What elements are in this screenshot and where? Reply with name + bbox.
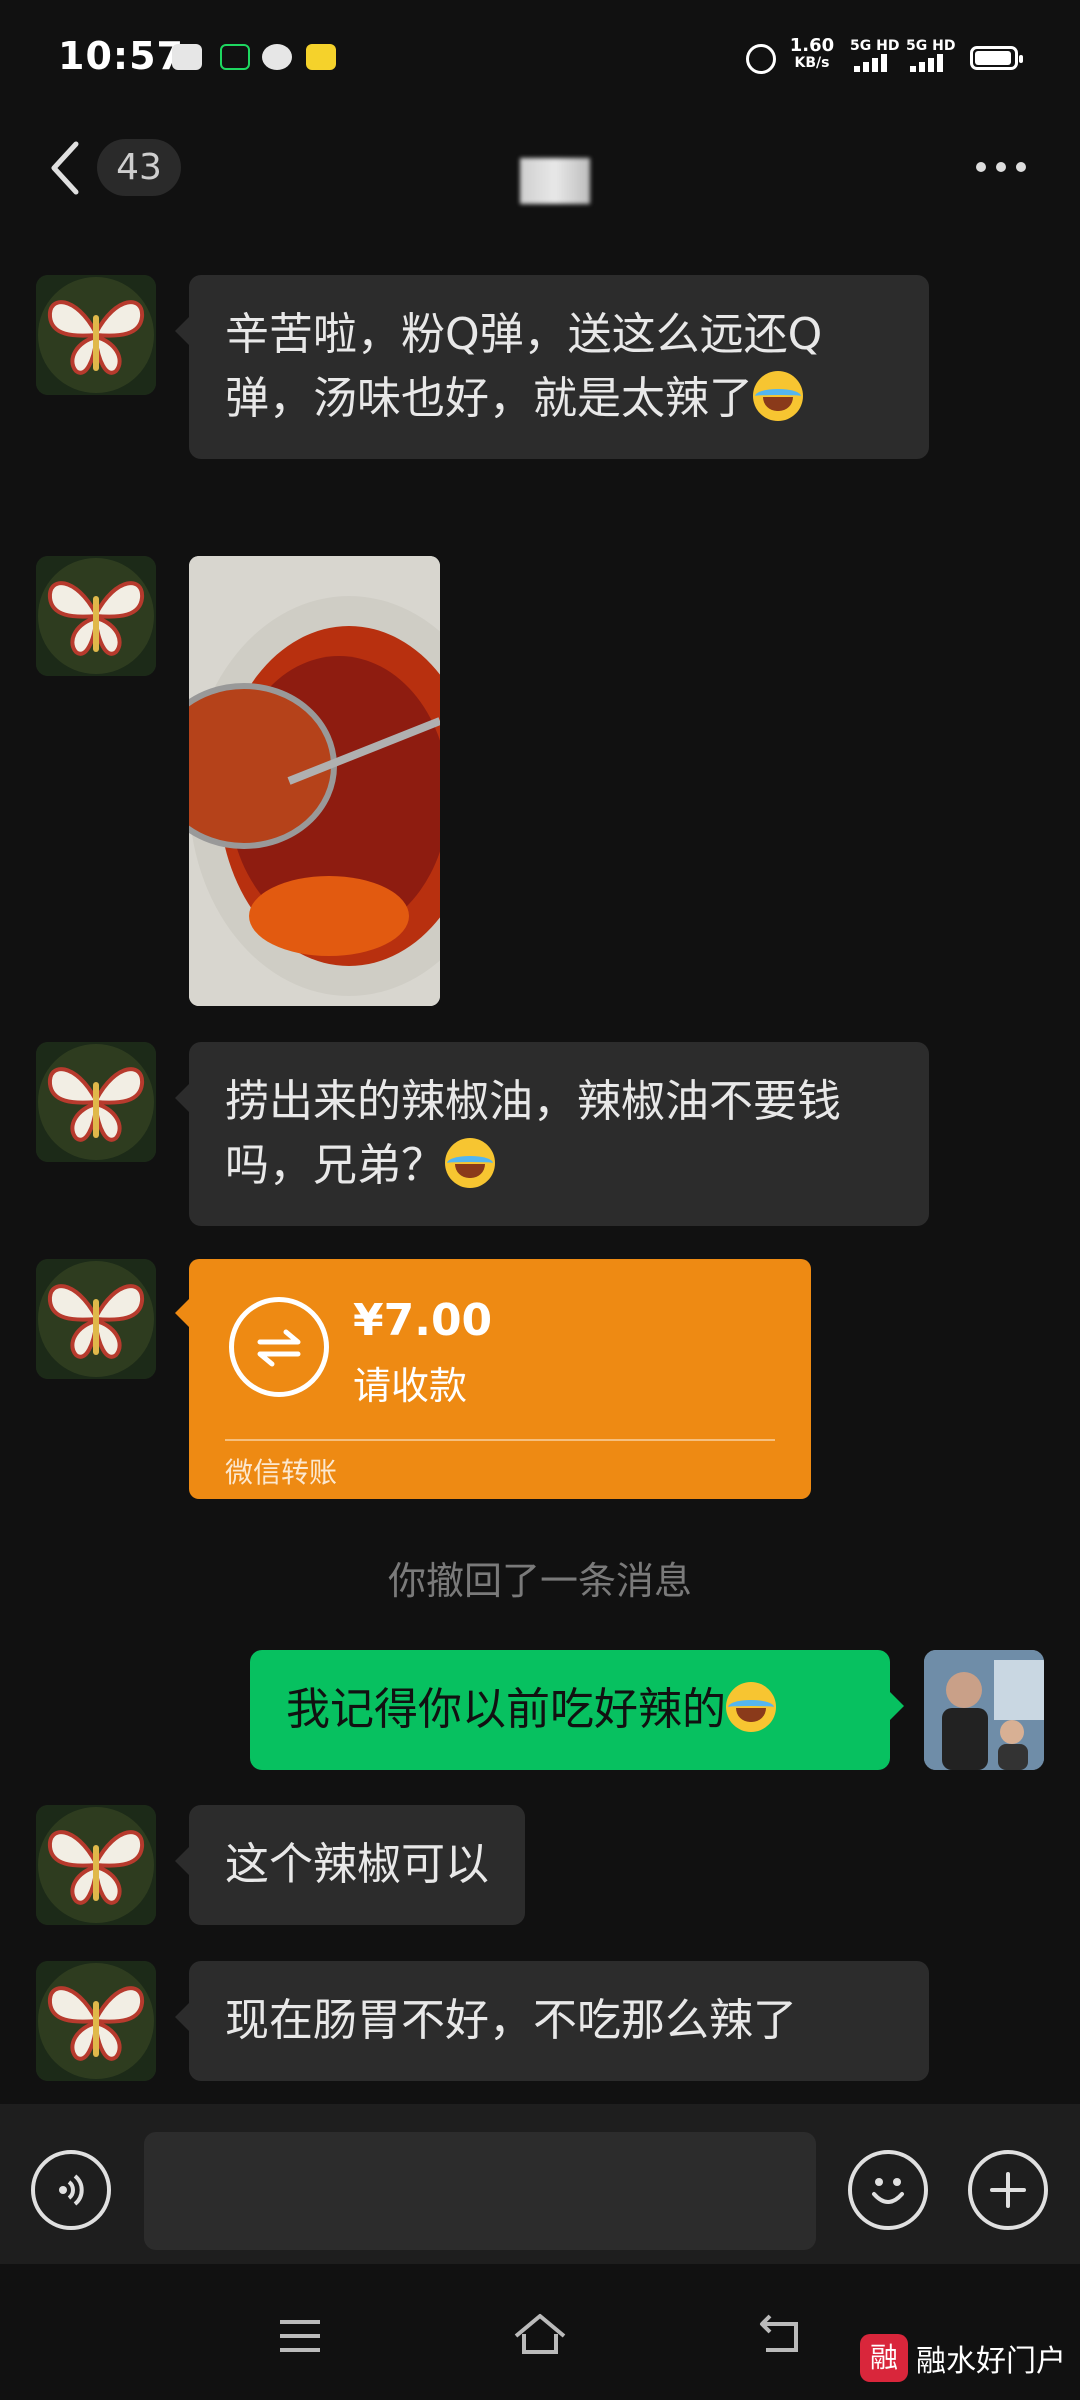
system-message-recalled: 你撤回了一条消息: [387, 1559, 692, 1603]
network-speed-value: 1.60: [789, 35, 835, 56]
watermark-logo: 融: [860, 2334, 908, 2382]
plus-icon: [990, 2172, 1026, 2208]
battery-fill: [975, 51, 1011, 65]
back-nav-button[interactable]: [756, 2312, 804, 2360]
my-message-bubble[interactable]: 我记得你以前吃好辣的: [250, 1650, 904, 1770]
message-bubble[interactable]: 捞出来的辣椒油，辣椒油不要钱吗，兄弟？: [175, 1042, 929, 1226]
menu-icon: [280, 2320, 320, 2352]
app-notification-icon: [306, 44, 336, 70]
message-text: 我记得你以前吃好辣的: [286, 1684, 726, 1735]
contact-avatar[interactable]: [36, 1042, 156, 1162]
message-bubble[interactable]: 现在肠胃不好，不吃那么辣了: [175, 1961, 929, 2081]
emoji-icon: [872, 2178, 904, 2204]
sim1-signal-icon: 5G HD: [850, 38, 904, 76]
message-notification-icon: [172, 44, 202, 70]
contact-avatar[interactable]: [36, 275, 156, 395]
message-text: 辛苦啦，粉Q弹，送这么远还Q弹，汤味也好，就是太辣了: [225, 309, 823, 424]
money-transfer-card[interactable]: ¥7.00 请收款 微信转账: [175, 1259, 811, 1499]
watermark-text: 融水好门户: [916, 2344, 1066, 2379]
network-speed-unit: KB/s: [794, 55, 830, 71]
transfer-footer: 微信转账: [225, 1456, 338, 1489]
unread-count-badge[interactable]: 43: [97, 139, 181, 196]
chevron-left-icon: [51, 141, 79, 195]
message-bubble[interactable]: 辛苦啦，粉Q弹，送这么远还Q弹，汤味也好，就是太辣了: [175, 275, 929, 459]
face-with-tears-of-joy-icon: [753, 371, 803, 421]
back-button[interactable]: [46, 138, 86, 198]
status-time: 10:57: [58, 34, 184, 78]
network-speed: 1.60 KB/s: [784, 35, 840, 71]
menu-nav-button[interactable]: [276, 2316, 324, 2360]
more-functions-button[interactable]: [968, 2150, 1048, 2230]
message-text: 捞出来的辣椒油，辣椒油不要钱吗，兄弟？: [225, 1076, 841, 1191]
battery-icon: [970, 46, 1023, 70]
chat-bubble-icon: [262, 44, 292, 70]
music-app-icon: [220, 44, 250, 70]
contact-avatar[interactable]: [36, 1961, 156, 2081]
transfer-status: 请收款: [353, 1364, 468, 1408]
contact-avatar[interactable]: [36, 1259, 156, 1379]
voice-input-button[interactable]: [31, 2150, 111, 2230]
alarm-icon: [746, 44, 776, 74]
divider: [225, 1439, 775, 1441]
more-options-button[interactable]: [976, 150, 1036, 184]
sim1-label: 5G HD: [850, 38, 900, 54]
contact-avatar[interactable]: [36, 556, 156, 676]
contact-avatar[interactable]: [36, 1805, 156, 1925]
home-icon: [514, 2314, 566, 2354]
home-nav-button[interactable]: [512, 2310, 568, 2362]
face-with-tears-of-joy-icon: [726, 1682, 776, 1732]
chili-oil-photo[interactable]: [189, 556, 440, 1006]
my-avatar[interactable]: [924, 1650, 1044, 1770]
message-text: 现在肠胃不好，不吃那么辣了: [225, 1995, 797, 2046]
sim2-signal-icon: 5G HD: [906, 38, 960, 76]
back-icon: [760, 2314, 798, 2352]
face-with-tears-of-joy-icon: [445, 1138, 495, 1188]
message-input[interactable]: [144, 2132, 816, 2250]
voice-icon: [59, 2174, 84, 2206]
emoji-button[interactable]: [848, 2150, 928, 2230]
message-bubble[interactable]: 这个辣椒可以: [175, 1805, 525, 1925]
message-text: 这个辣椒可以: [225, 1839, 489, 1890]
sim2-label: 5G HD: [906, 38, 956, 54]
transfer-arrows-icon: [229, 1297, 329, 1397]
chat-title-blurred: [520, 158, 590, 204]
transfer-amount: ¥7.00: [353, 1295, 493, 1346]
watermark: 融 融水好门户: [860, 2332, 1066, 2384]
